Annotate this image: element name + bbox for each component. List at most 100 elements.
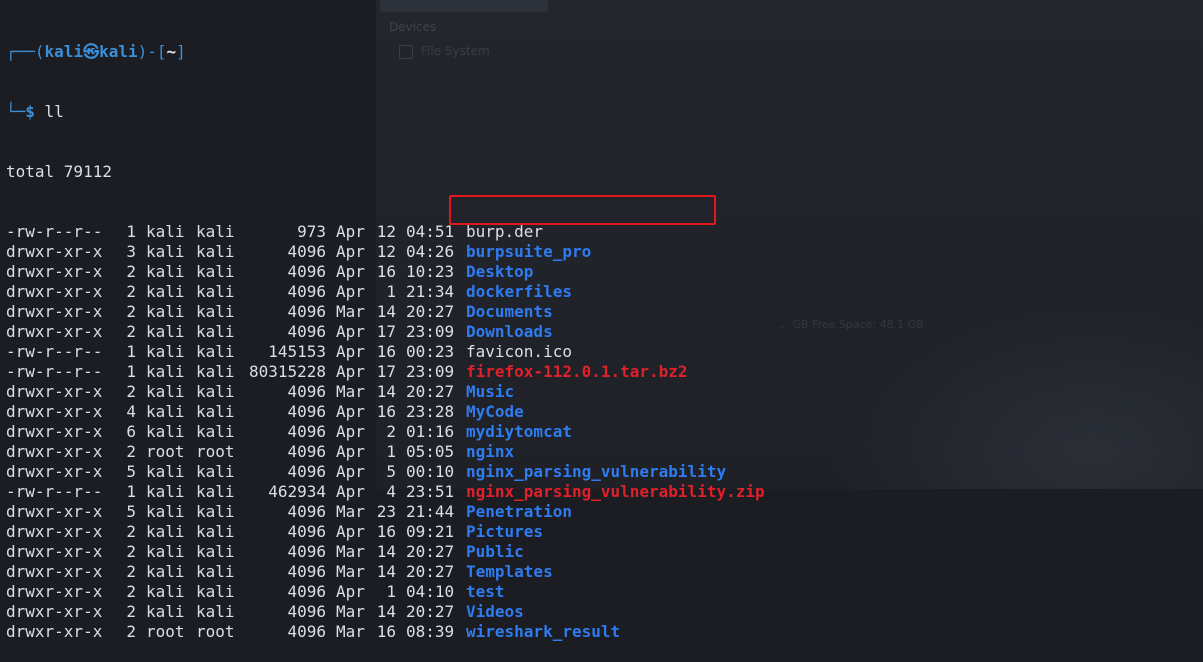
day: 14 (376, 542, 396, 561)
owner: kali (146, 402, 185, 421)
day: 16 (376, 622, 396, 641)
file-size: 4096 (287, 242, 326, 261)
day: 12 (376, 222, 396, 241)
owner: kali (146, 482, 185, 501)
file-size: 4096 (287, 282, 326, 301)
file-size: 4096 (287, 602, 326, 621)
owner: kali (146, 542, 185, 561)
listing-row: drwxr-xr-x 3 kali kali 4096 Apr 12 04:26 burpsui… (6, 242, 1203, 262)
directory-name[interactable]: test (466, 582, 505, 602)
directory-name[interactable]: Desktop (466, 262, 533, 282)
archive-name[interactable]: nginx_parsing_vulnerability.zip (466, 482, 765, 502)
link-count: 2 (126, 382, 136, 401)
listing-row: -rw-r--r-- 1 kali kali 462934 Apr 4 23:51 nginx_… (6, 482, 1203, 502)
prompt-path: ~ (166, 42, 177, 61)
time: 04:26 (406, 242, 455, 261)
time: 10:23 (406, 262, 455, 281)
file-size: 4096 (287, 422, 326, 441)
directory-name[interactable]: nginx_parsing_vulnerability (466, 462, 726, 482)
file-size: 4096 (287, 462, 326, 481)
directory-name[interactable]: mydiytomcat (466, 422, 572, 442)
prompt-dollar: $ (25, 102, 35, 121)
month: Mar (336, 562, 365, 581)
archive-name[interactable]: firefox-112.0.1.tar.bz2 (466, 362, 688, 382)
file-name[interactable]: favicon.ico (466, 342, 572, 362)
directory-name[interactable]: Downloads (466, 322, 553, 342)
directory-name[interactable]: Documents (466, 302, 553, 322)
owner: kali (146, 602, 185, 621)
month: Apr (336, 222, 365, 241)
directory-name[interactable]: Public (466, 542, 524, 562)
permissions: drwxr-xr-x (6, 462, 103, 481)
directory-name[interactable]: Pictures (466, 522, 543, 542)
directory-name[interactable]: wireshark_result (466, 622, 620, 642)
file-name[interactable]: burp.der (466, 222, 543, 242)
day: 2 (386, 422, 396, 441)
directory-name[interactable]: Videos (466, 602, 524, 622)
group: kali (196, 562, 235, 581)
time: 01:16 (406, 422, 455, 441)
directory-name[interactable]: dockerfiles (466, 282, 572, 302)
link-count: 2 (126, 622, 136, 641)
link-count: 2 (126, 322, 136, 341)
prompt-corner-bottom: └─ (6, 102, 26, 121)
month: Mar (336, 382, 365, 401)
month: Apr (336, 422, 365, 441)
month: Apr (336, 282, 365, 301)
group: kali (196, 322, 235, 341)
directory-name[interactable]: Music (466, 382, 514, 402)
file-size: 4096 (287, 522, 326, 541)
day: 14 (376, 382, 396, 401)
directory-name[interactable]: Templates (466, 562, 553, 582)
listing-row: drwxr-xr-x 2 kali kali 4096 Mar 14 20:27 Templat… (6, 562, 1203, 582)
month: Mar (336, 542, 365, 561)
directory-name[interactable]: nginx (466, 442, 514, 462)
group: root (196, 622, 235, 641)
permissions: drwxr-xr-x (6, 322, 103, 341)
group: kali (196, 262, 235, 281)
directory-name[interactable]: burpsuite_pro (466, 242, 591, 262)
month: Apr (336, 482, 365, 501)
month: Mar (336, 302, 365, 321)
link-count: 1 (126, 342, 136, 361)
directory-name[interactable]: MyCode (466, 402, 524, 422)
month: Apr (336, 462, 365, 481)
permissions: -rw-r--r-- (6, 482, 103, 501)
owner: kali (146, 462, 185, 481)
month: Apr (336, 522, 365, 541)
owner: kali (146, 582, 185, 601)
time: 23:09 (406, 362, 455, 381)
time: 20:27 (406, 542, 455, 561)
time: 04:51 (406, 222, 455, 241)
highlight-box (449, 195, 716, 225)
terminal-output[interactable]: ┌──(kali㉿kali)-[~] └─$ ll total 79112 -r… (6, 2, 1203, 662)
permissions: drwxr-xr-x (6, 262, 103, 281)
day: 1 (386, 582, 396, 601)
group: kali (196, 582, 235, 601)
time: 20:27 (406, 562, 455, 581)
listing-row: drwxr-xr-x 2 kali kali 4096 Mar 14 20:27 Videos (6, 602, 1203, 622)
group: root (196, 442, 235, 461)
owner: kali (146, 362, 185, 381)
link-count: 2 (126, 602, 136, 621)
file-size: 4096 (287, 302, 326, 321)
file-size: 4096 (287, 402, 326, 421)
link-count: 5 (126, 502, 136, 521)
day: 14 (376, 302, 396, 321)
group: kali (196, 382, 235, 401)
directory-name[interactable]: Penetration (466, 502, 572, 522)
file-size: 145153 (268, 342, 326, 361)
link-count: 2 (126, 522, 136, 541)
listing-row: drwxr-xr-x 2 kali kali 4096 Apr 16 09:21 Picture… (6, 522, 1203, 542)
owner: kali (146, 302, 185, 321)
link-count: 3 (126, 242, 136, 261)
time: 09:21 (406, 522, 455, 541)
directory-listing: -rw-r--r-- 1 kali kali 973 Apr 12 04:51 burp.der… (6, 222, 1203, 642)
time: 04:10 (406, 582, 455, 601)
listing-row: -rw-r--r-- 1 kali kali 973 Apr 12 04:51 burp.der (6, 222, 1203, 242)
file-size: 4096 (287, 322, 326, 341)
group: kali (196, 422, 235, 441)
time: 08:39 (406, 622, 455, 641)
month: Apr (336, 342, 365, 361)
time: 20:27 (406, 302, 455, 321)
